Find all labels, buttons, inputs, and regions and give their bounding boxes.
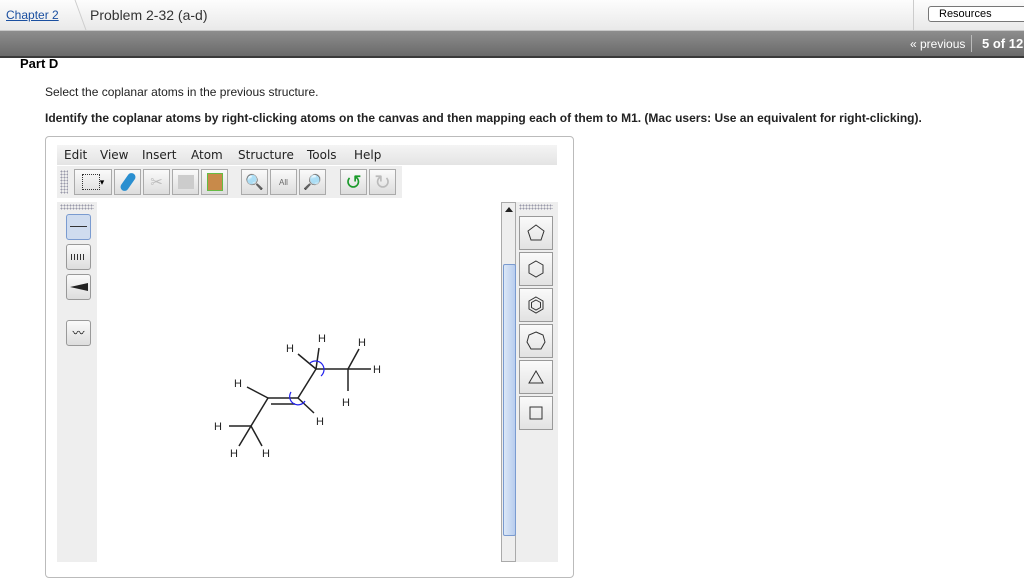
cyclopropane-button[interactable]	[519, 360, 553, 394]
zoom-out-button[interactable]: 🔎	[299, 169, 326, 195]
cyclobutane-button[interactable]	[519, 396, 553, 430]
select-tool-button[interactable]: ▾	[74, 169, 112, 195]
toolbar-grip[interactable]	[60, 170, 68, 194]
copy-button[interactable]	[172, 169, 199, 195]
menu-structure[interactable]: Structure	[238, 148, 294, 162]
molecule-structure[interactable]: H H H H H H H H H H	[97, 202, 501, 562]
atom-h[interactable]: H	[262, 448, 270, 460]
cut-button[interactable]: ✂	[143, 169, 170, 195]
previous-link[interactable]: « previous	[910, 37, 965, 51]
bond	[238, 425, 252, 447]
pentagon-icon	[527, 224, 545, 241]
benzene-button[interactable]	[519, 288, 553, 322]
heptagon-icon	[526, 331, 546, 350]
atom-h[interactable]: H	[358, 337, 366, 349]
hashed-bond-icon	[71, 254, 86, 260]
hexagon-icon	[528, 260, 544, 278]
bond	[297, 368, 317, 399]
zoom-all-icon: All	[279, 177, 288, 187]
palette-grip[interactable]	[60, 204, 94, 210]
instruction-text: Identify the coplanar atoms by right-cli…	[45, 111, 922, 125]
wavy-bond-button[interactable]: 〰	[66, 320, 91, 346]
molecule-editor: Edit View Insert Atom Structure Tools He…	[45, 136, 574, 578]
drawing-canvas[interactable]: H H H H H H H H H H	[97, 202, 501, 562]
hashed-bond-button[interactable]	[66, 244, 91, 270]
paste-button[interactable]	[201, 169, 228, 195]
breadcrumb-separator	[60, 0, 87, 30]
scrollbar-thumb[interactable]	[503, 264, 516, 536]
bond	[250, 425, 263, 447]
cut-icon: ✂	[150, 174, 163, 191]
select-icon	[81, 174, 100, 190]
zoom-in-button[interactable]: 🔍	[241, 169, 268, 195]
benzene-icon	[528, 296, 544, 314]
cycloheptane-button[interactable]	[519, 324, 553, 358]
resources-button[interactable]: Resources	[928, 6, 1024, 22]
editor-menubar: Edit View Insert Atom Structure Tools He…	[57, 145, 557, 165]
atom-h[interactable]: H	[286, 343, 294, 355]
bond	[246, 386, 269, 399]
bond	[347, 348, 360, 370]
top-bar: Chapter 2 Problem 2-32 (a-d) Resources	[0, 0, 1024, 31]
undo-icon: ↺	[345, 171, 362, 194]
atom-h[interactable]: H	[316, 416, 324, 428]
divider	[913, 0, 914, 30]
eraser-button[interactable]	[114, 169, 141, 195]
atom-h[interactable]: H	[230, 448, 238, 460]
zoom-in-icon: 🔍	[245, 174, 264, 191]
menu-edit[interactable]: Edit	[64, 148, 87, 162]
atom-h[interactable]: H	[234, 378, 242, 390]
undo-button[interactable]: ↺	[340, 169, 367, 195]
cyclohexane-button[interactable]	[519, 252, 553, 286]
redo-icon: ↻	[374, 171, 391, 194]
prompt-text: Select the coplanar atoms in the previou…	[45, 85, 319, 99]
bond-palette: 〰	[57, 202, 97, 562]
atom-h[interactable]: H	[318, 333, 326, 345]
wedge-bond-button[interactable]	[66, 274, 91, 300]
divider	[971, 35, 972, 52]
scroll-up-icon[interactable]	[505, 207, 513, 212]
bond	[297, 397, 315, 414]
problem-title: Problem 2-32 (a-d)	[90, 7, 208, 23]
editor-toolbar: ▾ ✂ 🔍 All 🔎 ↺ ↻	[57, 166, 402, 198]
wavy-bond-icon: 〰	[72, 326, 85, 340]
nav-bar: « previous 5 of 12	[0, 31, 1024, 58]
single-bond-button[interactable]	[66, 214, 91, 240]
square-icon	[529, 406, 543, 420]
single-bond-icon	[70, 226, 87, 227]
menu-insert[interactable]: Insert	[142, 148, 176, 162]
eraser-icon	[118, 171, 137, 193]
palette-grip[interactable]	[519, 204, 553, 210]
paste-icon	[206, 173, 223, 191]
atom-h[interactable]: H	[373, 364, 381, 376]
problem-position: 5 of 12	[982, 36, 1024, 51]
menu-atom[interactable]: Atom	[191, 148, 223, 162]
breadcrumb-chapter-link[interactable]: Chapter 2	[6, 8, 59, 22]
atom-h[interactable]: H	[342, 397, 350, 409]
triangle-icon	[528, 370, 544, 384]
menu-help[interactable]: Help	[354, 148, 381, 162]
cyclopentane-button[interactable]	[519, 216, 553, 250]
wedge-bond-icon	[70, 283, 88, 291]
menu-tools[interactable]: Tools	[307, 148, 337, 162]
template-palette	[516, 202, 558, 562]
atom-h[interactable]: H	[214, 421, 222, 433]
zoom-all-button[interactable]: All	[270, 169, 297, 195]
bond	[250, 397, 269, 427]
copy-icon	[177, 175, 194, 189]
part-title: Part D	[20, 56, 59, 71]
vertical-scrollbar[interactable]	[501, 202, 516, 562]
bond	[315, 347, 320, 370]
menu-view[interactable]: View	[100, 148, 128, 162]
redo-button[interactable]: ↻	[369, 169, 396, 195]
zoom-out-icon: 🔎	[303, 174, 322, 191]
